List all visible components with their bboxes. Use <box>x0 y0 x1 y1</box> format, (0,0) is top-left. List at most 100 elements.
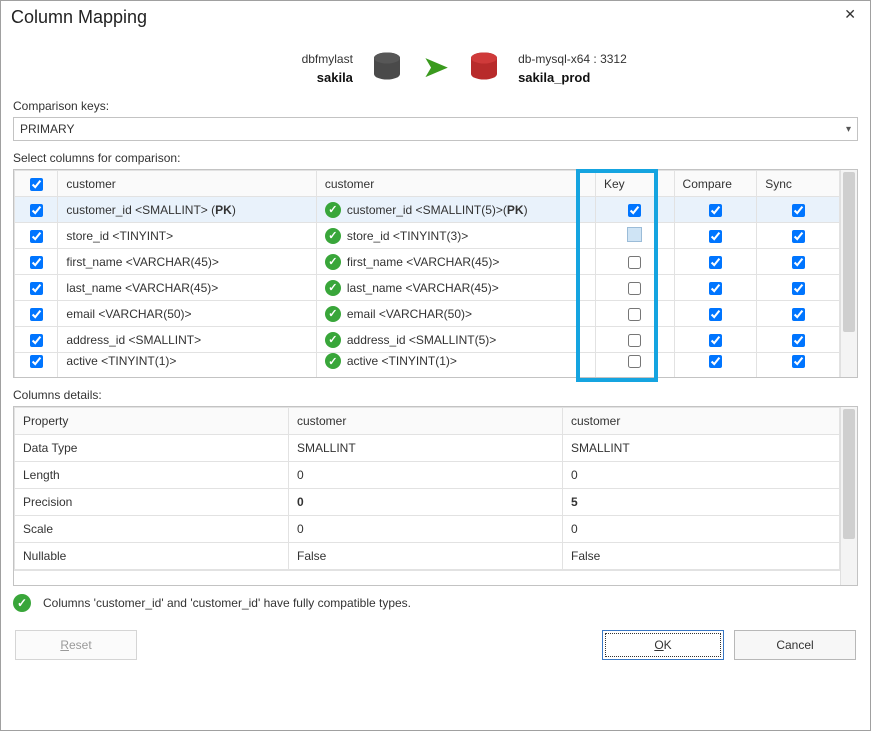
select-all-checkbox[interactable] <box>30 178 43 191</box>
compare-checkbox[interactable] <box>709 230 722 243</box>
table-row[interactable]: last_name <VARCHAR(45)>✓last_name <VARCH… <box>15 275 840 301</box>
compare-checkbox[interactable] <box>709 308 722 321</box>
close-icon[interactable]: ✕ <box>840 7 860 21</box>
header-sync[interactable]: Sync <box>757 171 840 197</box>
row-checkbox[interactable] <box>30 308 43 321</box>
row-checkbox-cell[interactable] <box>15 301 58 327</box>
table-row[interactable]: address_id <SMALLINT>✓address_id <SMALLI… <box>15 327 840 353</box>
sync-cell[interactable] <box>757 275 840 301</box>
table-row[interactable]: customer_id <SMALLINT> (PK)✓customer_id … <box>15 197 840 223</box>
table-row[interactable]: first_name <VARCHAR(45)>✓first_name <VAR… <box>15 249 840 275</box>
source-column-cell[interactable]: first_name <VARCHAR(45)> <box>58 249 316 275</box>
target-column-cell[interactable]: ✓email <VARCHAR(50)> <box>316 301 595 327</box>
row-checkbox[interactable] <box>30 204 43 217</box>
sync-cell[interactable] <box>757 327 840 353</box>
compare-checkbox[interactable] <box>709 204 722 217</box>
select-all-checkbox-header[interactable] <box>15 171 58 197</box>
details-header-target[interactable]: customer <box>563 408 840 435</box>
key-cell[interactable] <box>595 223 674 249</box>
target-column-cell[interactable]: ✓customer_id <SMALLINT(5)> (PK) <box>316 197 595 223</box>
target-column-cell[interactable]: ✓last_name <VARCHAR(45)> <box>316 275 595 301</box>
row-checkbox-cell[interactable] <box>15 327 58 353</box>
source-column-cell[interactable]: address_id <SMALLINT> <box>58 327 316 353</box>
header-key[interactable]: Key <box>595 171 674 197</box>
compare-cell[interactable] <box>674 223 757 249</box>
reset-button[interactable]: Reset <box>15 630 137 660</box>
sync-cell[interactable] <box>757 249 840 275</box>
sync-cell[interactable] <box>757 301 840 327</box>
key-cell[interactable] <box>595 275 674 301</box>
key-cell[interactable] <box>595 353 674 378</box>
details-scrollbar[interactable] <box>840 407 857 585</box>
header-source[interactable]: customer <box>58 171 316 197</box>
compare-checkbox[interactable] <box>709 355 722 368</box>
row-checkbox[interactable] <box>30 282 43 295</box>
row-checkbox-cell[interactable] <box>15 249 58 275</box>
sync-cell[interactable] <box>757 197 840 223</box>
sync-checkbox[interactable] <box>792 256 805 269</box>
sync-checkbox[interactable] <box>792 334 805 347</box>
sync-checkbox[interactable] <box>792 282 805 295</box>
key-cell[interactable] <box>595 197 674 223</box>
row-checkbox-cell[interactable] <box>15 197 58 223</box>
compare-cell[interactable] <box>674 275 757 301</box>
table-row[interactable]: NullableFalseFalse <box>15 543 840 570</box>
sync-checkbox[interactable] <box>792 355 805 368</box>
columns-scrollbar[interactable] <box>840 170 857 377</box>
compare-checkbox[interactable] <box>709 334 722 347</box>
details-header-source[interactable]: customer <box>289 408 563 435</box>
key-cell[interactable] <box>595 249 674 275</box>
details-header-property[interactable]: Property <box>15 408 289 435</box>
source-column-cell[interactable]: store_id <TINYINT> <box>58 223 316 249</box>
source-column-cell[interactable]: active <TINYINT(1)> <box>58 353 316 378</box>
comparison-keys-select[interactable]: PRIMARY ▾ <box>13 117 858 141</box>
table-row[interactable]: Length00 <box>15 462 840 489</box>
compare-cell[interactable] <box>674 301 757 327</box>
compare-cell[interactable] <box>674 327 757 353</box>
key-checkbox[interactable] <box>628 204 641 217</box>
sync-cell[interactable] <box>757 223 840 249</box>
row-checkbox-cell[interactable] <box>15 275 58 301</box>
sync-checkbox[interactable] <box>792 204 805 217</box>
cancel-button[interactable]: Cancel <box>734 630 856 660</box>
header-compare[interactable]: Compare <box>674 171 757 197</box>
target-column-cell[interactable]: ✓store_id <TINYINT(3)> <box>316 223 595 249</box>
header-target[interactable]: customer <box>316 171 595 197</box>
target-column-cell[interactable]: ✓address_id <SMALLINT(5)> <box>316 327 595 353</box>
key-cell[interactable] <box>595 327 674 353</box>
key-checkbox[interactable] <box>628 308 641 321</box>
sync-checkbox[interactable] <box>792 308 805 321</box>
scrollbar-thumb[interactable] <box>843 409 855 539</box>
table-row[interactable]: Data TypeSMALLINTSMALLINT <box>15 435 840 462</box>
key-checkbox[interactable] <box>628 334 641 347</box>
ok-button[interactable]: OK <box>602 630 724 660</box>
table-row[interactable]: store_id <TINYINT>✓store_id <TINYINT(3)> <box>15 223 840 249</box>
row-checkbox[interactable] <box>30 230 43 243</box>
row-checkbox-cell[interactable] <box>15 353 58 378</box>
row-checkbox[interactable] <box>30 256 43 269</box>
sync-checkbox[interactable] <box>792 230 805 243</box>
target-column-cell[interactable]: ✓first_name <VARCHAR(45)> <box>316 249 595 275</box>
table-row[interactable]: email <VARCHAR(50)>✓email <VARCHAR(50)> <box>15 301 840 327</box>
compare-checkbox[interactable] <box>709 282 722 295</box>
key-cell[interactable] <box>595 301 674 327</box>
target-column-cell[interactable]: ✓active <TINYINT(1)> <box>316 353 595 378</box>
compare-cell[interactable] <box>674 249 757 275</box>
source-column-cell[interactable]: customer_id <SMALLINT> (PK) <box>58 197 316 223</box>
source-column-cell[interactable]: email <VARCHAR(50)> <box>58 301 316 327</box>
table-row[interactable]: Precision05 <box>15 489 840 516</box>
compare-checkbox[interactable] <box>709 256 722 269</box>
compare-cell[interactable] <box>674 197 757 223</box>
row-checkbox[interactable] <box>30 334 43 347</box>
key-checkbox[interactable] <box>628 355 641 368</box>
row-checkbox[interactable] <box>30 355 43 368</box>
table-row[interactable]: Scale00 <box>15 516 840 543</box>
source-column-cell[interactable]: last_name <VARCHAR(45)> <box>58 275 316 301</box>
table-row[interactable]: active <TINYINT(1)>✓active <TINYINT(1)> <box>15 353 840 378</box>
key-focus-box[interactable] <box>627 227 642 242</box>
key-checkbox[interactable] <box>628 256 641 269</box>
key-checkbox[interactable] <box>628 282 641 295</box>
compare-cell[interactable] <box>674 353 757 378</box>
scrollbar-thumb[interactable] <box>843 172 855 332</box>
sync-cell[interactable] <box>757 353 840 378</box>
